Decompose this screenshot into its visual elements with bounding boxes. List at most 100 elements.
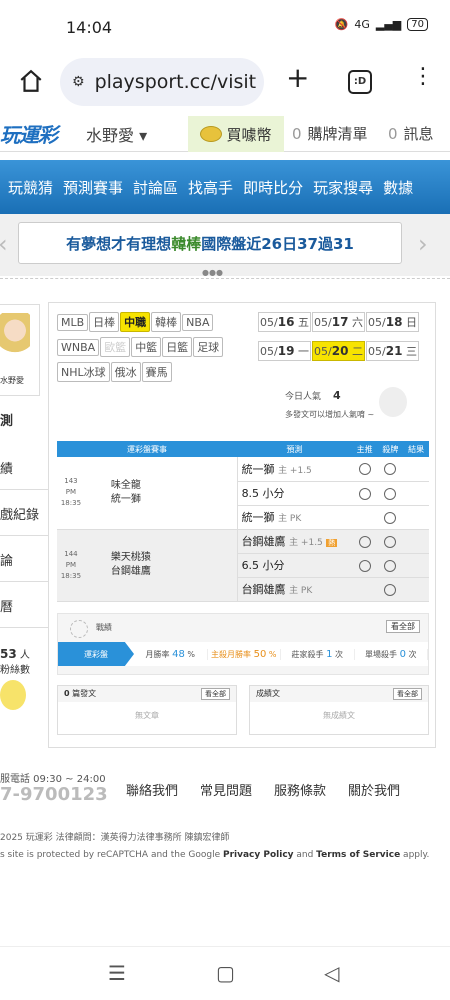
date-tab[interactable]: 05/16 五 [258, 312, 311, 332]
date-tab[interactable]: 05/19 一 [258, 341, 311, 361]
nav-item[interactable]: 數據 [383, 177, 413, 198]
divider [0, 278, 450, 284]
kill-pick-radio[interactable] [384, 583, 397, 596]
main-pick-radio[interactable] [358, 487, 371, 500]
avatar[interactable] [0, 313, 30, 363]
terms-link[interactable]: Terms of Service [316, 850, 400, 860]
date-tab[interactable]: 05/18 日 [366, 312, 419, 332]
user-dropdown[interactable]: 水野愛 ▾ [86, 122, 147, 146]
nav-item[interactable]: 玩家搜尋 [313, 177, 373, 198]
home-label: 主殺月勝率 [211, 649, 252, 659]
sidebar-item[interactable]: 曆 [0, 582, 48, 628]
bulb-icon [0, 680, 26, 710]
buy-coin-button[interactable]: 買噱幣 [188, 116, 284, 152]
nav-item[interactable]: 討論區 [133, 177, 178, 198]
results-panel: 成績文 看全部 無成績文 [249, 685, 429, 735]
network-icon: 4G [354, 18, 370, 31]
prediction-spread: 主 +1.5 [289, 538, 323, 548]
prediction-option[interactable]: 8.5 小分 [236, 481, 352, 506]
date-tab[interactable]: 05/17 六 [312, 312, 365, 332]
league-tab[interactable]: 韓棒 [151, 312, 182, 332]
chevron-right-icon[interactable]: › [418, 230, 428, 258]
posts-view-all-button[interactable]: 看全部 [201, 688, 230, 700]
sidebar-item[interactable]: 績 [0, 444, 48, 490]
league-tab[interactable]: 賽馬 [141, 362, 172, 382]
league-tab[interactable]: 日棒 [89, 312, 120, 332]
site-settings-icon[interactable]: ⚙ [72, 74, 85, 90]
league-tab[interactable]: 中職 [120, 312, 151, 332]
menu-icon[interactable]: ⋮ [412, 66, 434, 88]
main-pick-radio[interactable] [358, 463, 371, 476]
nav-item[interactable]: 即時比分 [243, 177, 303, 198]
nav-item[interactable]: 找高手 [188, 177, 233, 198]
sidebar: 水野愛 測 績 戲紀錄 論 曆 53 人粉絲數 [0, 300, 48, 720]
league-tab[interactable]: NHL冰球 [57, 362, 110, 382]
service-hours: 服電話 09:30 ~ 24:00 [0, 774, 106, 785]
results-view-all-button[interactable]: 看全部 [393, 688, 422, 700]
chevron-left-icon[interactable]: ‹ [0, 230, 8, 258]
banner-text: 有夢想才有理想 [66, 234, 172, 253]
result-cell [403, 505, 429, 530]
prediction-panel: MLB 日棒 中職 韓棒 NBA WNBA 歐籃 中籃 日籃 足球 NHL冰球 俄冰 賽馬 05/16 … [48, 302, 436, 748]
address-bar[interactable]: ⚙ playsport.cc/visit [60, 58, 264, 106]
kill-pick-radio[interactable] [384, 535, 397, 548]
league-tab[interactable]: 中籃 [131, 337, 162, 357]
footer-link[interactable]: 服務條款 [274, 780, 326, 799]
results-header: 成績文 看全部 [250, 686, 428, 702]
main-pick-radio[interactable] [358, 535, 371, 548]
league-tab[interactable]: 足球 [193, 337, 224, 357]
messages-link[interactable]: 0 訊息 [388, 123, 434, 144]
kill-pick-radio[interactable] [384, 487, 397, 500]
prediction-option[interactable]: 統一獅 主 +1.5 [236, 457, 352, 482]
buylist-link[interactable]: 0 購牌清單 [292, 123, 368, 144]
record-stats: 戰績 看全部 運彩盤 月勝率 48 % 主殺月勝率 50 % 莊家殺手 1 次 … [57, 613, 429, 675]
date-tab[interactable]: 05/21 三 [366, 341, 419, 361]
nav-item[interactable]: 預測賽事 [63, 177, 123, 198]
nav-item[interactable]: 玩競猜 [8, 177, 53, 198]
league-tab[interactable]: 日籃 [162, 337, 193, 357]
single-unit: 次 [408, 649, 417, 659]
banner-box[interactable]: 有夢想才有理想 韓棒 國際盤近26日37過31 [18, 222, 402, 264]
home-button-icon[interactable]: ▢ [216, 961, 235, 985]
league-tab[interactable]: NBA [182, 314, 214, 331]
prediction-option[interactable]: 6.5 小分 [236, 553, 352, 578]
stats-tag[interactable]: 運彩盤 [58, 642, 134, 666]
date-tab[interactable]: 05/20 二 [312, 341, 365, 361]
tab-switcher-button[interactable]: :D [348, 70, 372, 94]
table-row: 144 PM 18:35 樂天桃猿 台鋼雄鷹 台鋼雄鷹 主 +1.5 熱 [57, 529, 429, 602]
sidebar-item[interactable]: 戲紀錄 [0, 490, 48, 536]
service-phone: 7-9700123 [0, 784, 108, 805]
league-filter: MLB 日棒 中職 韓棒 NBA WNBA 歐籃 中籃 日籃 足球 NHL冰球 俄冰 賽馬 [57, 311, 257, 386]
recaptcha-notice: s site is protected by reCAPTCHA and the… [0, 850, 429, 860]
date-selector: 05/16 五 05/17 六 05/18 日 05/19 一 05/20 二 05/21… [257, 311, 429, 369]
prediction-option[interactable]: 統一獅 主 PK [236, 505, 352, 530]
footer-link[interactable]: 聯絡我們 [126, 780, 178, 799]
view-all-button[interactable]: 看全部 [386, 620, 420, 633]
site-logo[interactable]: 玩運彩 [0, 119, 58, 148]
footer-link[interactable]: 關於我們 [348, 780, 400, 799]
sidebar-item-active[interactable]: 測 [0, 398, 48, 438]
new-tab-icon[interactable]: + [286, 64, 309, 92]
mute-icon: 🔕 [334, 18, 349, 31]
home-icon[interactable] [18, 68, 44, 94]
league-tab[interactable]: MLB [57, 314, 89, 331]
privacy-link[interactable]: Privacy Policy [223, 850, 294, 860]
kill-pick-radio[interactable] [384, 463, 397, 476]
prediction-option[interactable]: 台鋼雄鷹 主 PK [236, 577, 352, 602]
hot-badge: 熱 [326, 539, 338, 547]
main-pick-radio[interactable] [358, 559, 371, 572]
league-tab[interactable]: WNBA [57, 339, 100, 356]
back-icon[interactable]: ◁ [324, 961, 339, 985]
sidebar-item[interactable]: 論 [0, 536, 48, 582]
kill-pick-radio[interactable] [384, 511, 397, 524]
copyright: 2025 玩運彩 法律顧問：漢英得力法律事務所 陳鎮宏律師 [0, 833, 230, 843]
kill-pick-radio[interactable] [384, 559, 397, 572]
recent-apps-icon[interactable]: ☰ [108, 961, 126, 985]
league-tab[interactable]: 俄冰 [110, 362, 141, 382]
month-winrate: 月勝率 48 % [134, 648, 208, 660]
result-cell [403, 457, 429, 482]
prediction-option[interactable]: 台鋼雄鷹 主 +1.5 熱 [236, 529, 352, 554]
banner-text-2: 國際盤近26日37過31 [201, 234, 354, 253]
date-day: 17 [331, 315, 349, 329]
footer-link[interactable]: 常見問題 [200, 780, 252, 799]
